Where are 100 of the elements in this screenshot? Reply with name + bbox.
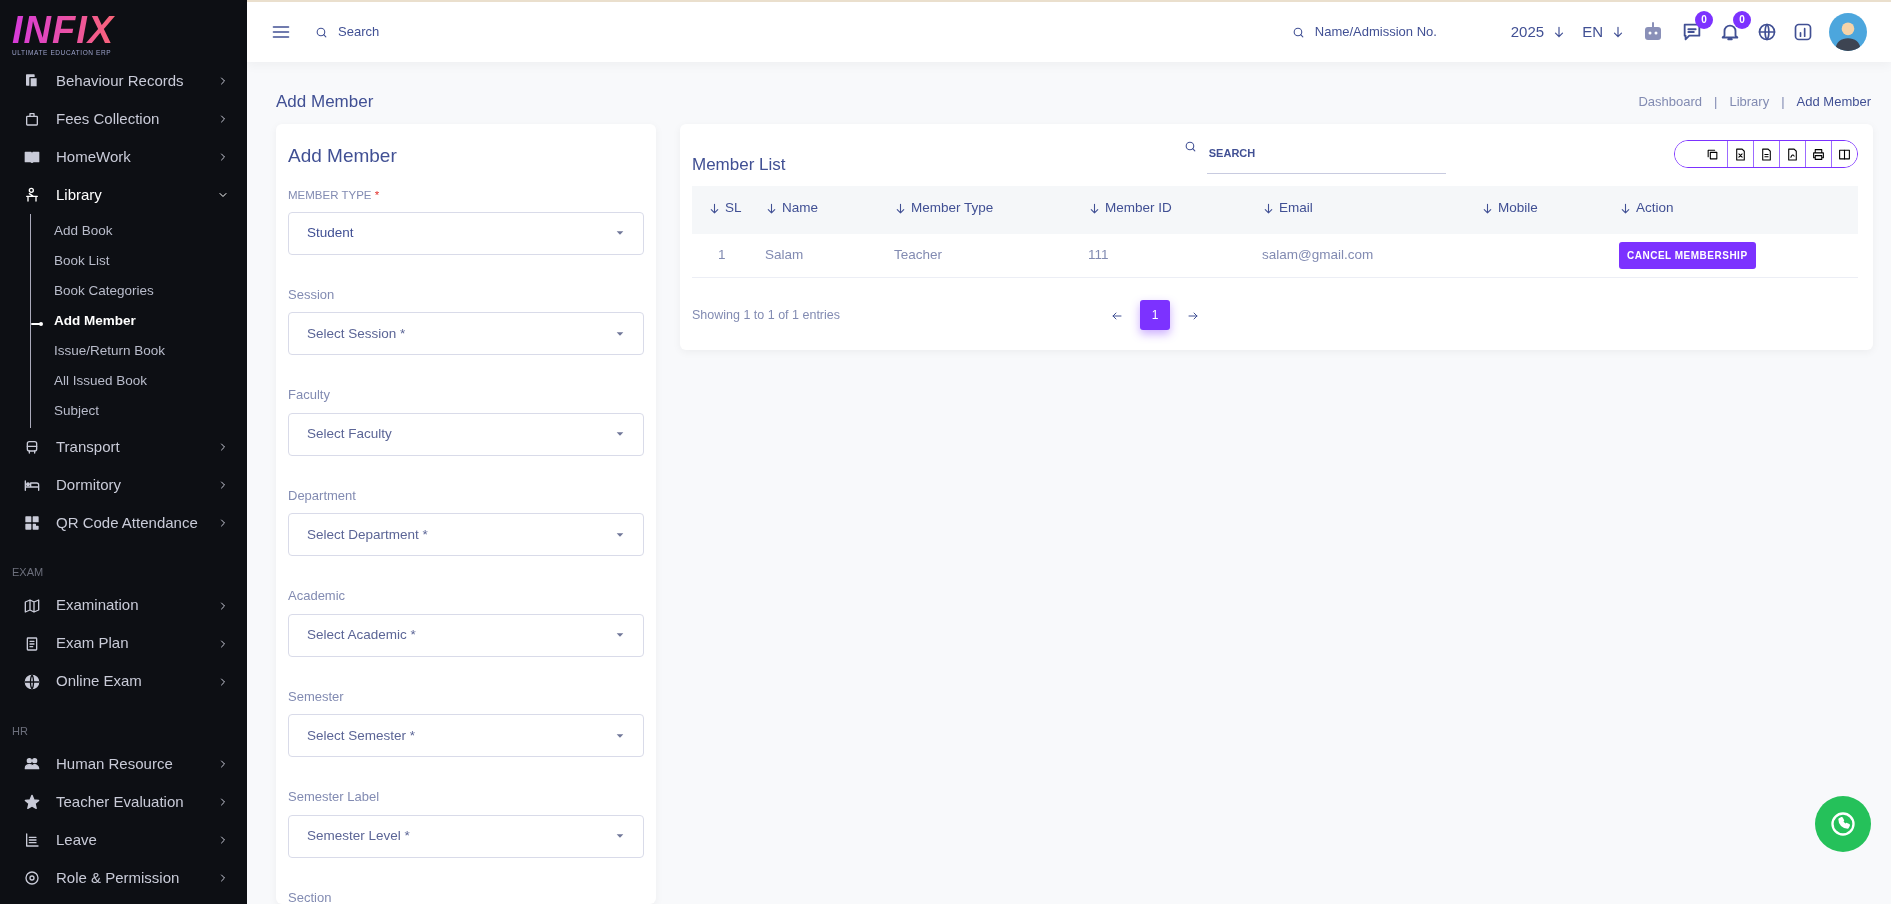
column-header[interactable]: Email	[1262, 198, 1313, 219]
people-icon	[24, 756, 40, 772]
sidebar-item[interactable]: Examination	[0, 586, 247, 625]
export-button[interactable]	[1831, 141, 1857, 167]
field-label: Department	[288, 486, 357, 505]
field-label: MEMBER TYPE *	[288, 187, 381, 203]
globe-icon	[24, 673, 40, 690]
arrow-down-icon	[765, 201, 778, 215]
table-cell: 111	[1088, 247, 1109, 263]
arrow-down-icon	[1088, 201, 1101, 215]
breadcrumb-separator: |	[1781, 93, 1785, 112]
submenu-link[interactable]: Book List	[31, 246, 247, 276]
section-heading: EXAM	[11, 565, 45, 580]
select-field[interactable]: Select Faculty	[288, 412, 644, 456]
sidebar-item[interactable]: Human Resource	[0, 745, 247, 783]
sidebar-item[interactable]: Behaviour Records	[0, 62, 247, 100]
phone-icon	[1829, 810, 1857, 838]
avatar[interactable]	[1829, 13, 1867, 51]
arrow-down-icon	[1262, 201, 1275, 215]
search-icon	[1183, 140, 1197, 153]
year-dropdown[interactable]: 2025	[1510, 20, 1567, 44]
documents-icon	[24, 73, 40, 89]
cancel-membership-button[interactable]: CANCEL MEMBERSHIP	[1619, 241, 1756, 269]
messages-button[interactable]	[1681, 21, 1703, 43]
clipboard-icon	[24, 635, 40, 652]
field-label: Faculty	[288, 386, 331, 405]
search-icon	[315, 25, 328, 39]
select-field[interactable]: Student	[288, 211, 644, 255]
language-dropdown[interactable]: EN	[1582, 20, 1625, 44]
sidebar-item[interactable]: Online Exam	[0, 662, 247, 701]
search-icon	[1291, 25, 1305, 39]
column-header[interactable]: Mobile	[1481, 198, 1538, 219]
qr-code-icon	[24, 515, 40, 531]
select-field[interactable]: Select Session *	[288, 312, 644, 356]
table-cell: 1	[718, 247, 726, 263]
sidebar-item[interactable]: Teacher Evaluation	[0, 783, 247, 821]
field-label: Semester Label	[288, 788, 381, 807]
sidebar-item[interactable]: Library	[0, 176, 247, 214]
select-field[interactable]: Select Semester *	[288, 714, 644, 758]
document-icon	[1760, 147, 1773, 161]
pdf-icon	[1786, 147, 1799, 161]
star-icon	[24, 794, 40, 810]
bed-icon	[24, 477, 40, 493]
section-heading: HR	[11, 723, 29, 739]
submenu-link[interactable]: Issue/Return Book	[31, 336, 247, 366]
sidebar-item[interactable]: Transport	[0, 428, 247, 466]
sidebar-item[interactable]: Role & Permission	[0, 859, 247, 897]
bus-icon	[24, 439, 40, 455]
field-label: Academic	[288, 587, 347, 606]
page-title: Add Member	[276, 91, 374, 114]
page-button[interactable]: 1	[1140, 300, 1170, 330]
sidebar-item[interactable]: Exam Plan	[0, 624, 247, 663]
table-cell: Salam	[765, 247, 804, 263]
entries-summary: Showing 1 to 1 of 1 entries	[692, 306, 841, 324]
bag-icon	[24, 111, 40, 127]
select-field[interactable]: Select Department *	[288, 513, 644, 557]
sidebar-item[interactable]: QR Code Attendance	[0, 504, 247, 542]
arrow-down-icon	[1619, 201, 1632, 215]
column-header[interactable]: Action	[1619, 198, 1674, 219]
chart-icon	[1793, 22, 1813, 43]
globe-icon	[1757, 22, 1777, 43]
submenu-link[interactable]: Add Book	[31, 216, 247, 246]
arrow-down-icon	[894, 201, 907, 215]
copy-icon	[1706, 147, 1719, 161]
field-label: Session	[288, 285, 336, 304]
arrow-down-icon	[708, 201, 721, 215]
printer-icon	[1812, 147, 1825, 161]
select-field[interactable]: Select Academic *	[288, 613, 644, 657]
active-marker-icon	[30, 320, 46, 328]
chat-icon	[1681, 21, 1703, 43]
table-cell: salam@gmail.com	[1262, 247, 1374, 263]
field-label: Section	[288, 888, 333, 904]
reports-button[interactable]	[1793, 21, 1813, 43]
global-search-field[interactable]: Search	[336, 21, 536, 43]
submenu-link[interactable]: Add Member	[31, 306, 247, 336]
breadcrumb-link[interactable]: Add Member	[1796, 92, 1871, 112]
sidebar-item[interactable]: Dormitory	[0, 466, 247, 504]
card-title: Add Member	[288, 144, 398, 168]
arrow-down-icon	[1611, 25, 1625, 39]
card-title: Member List	[692, 154, 786, 176]
submenu-link[interactable]: All Issued Book	[31, 366, 247, 396]
sidebar-item[interactable]: Fees Collection	[0, 100, 247, 138]
field-label: Semester	[288, 687, 345, 706]
columns-icon	[1838, 147, 1851, 161]
sidebar-item[interactable]: Leave	[0, 821, 247, 859]
submenu-link[interactable]: Subject	[31, 396, 247, 426]
submenu-link[interactable]: Book Categories	[31, 276, 247, 306]
column-header[interactable]: Name	[765, 198, 818, 219]
language-button[interactable]	[1757, 21, 1777, 43]
spreadsheet-icon	[1734, 147, 1747, 161]
map-icon	[24, 597, 40, 614]
book-icon	[24, 149, 40, 165]
list-icon	[24, 832, 40, 848]
table-cell: Teacher	[894, 247, 943, 263]
student-search-field[interactable]: Name/Admission No.	[1312, 21, 1463, 43]
select-field[interactable]: Semester Level *	[288, 814, 644, 858]
count-badge: 0	[1733, 11, 1751, 29]
arrow-down-icon	[1481, 201, 1494, 215]
breadcrumb-separator: |	[1714, 93, 1718, 112]
sidebar-item[interactable]: HomeWork	[0, 138, 247, 176]
